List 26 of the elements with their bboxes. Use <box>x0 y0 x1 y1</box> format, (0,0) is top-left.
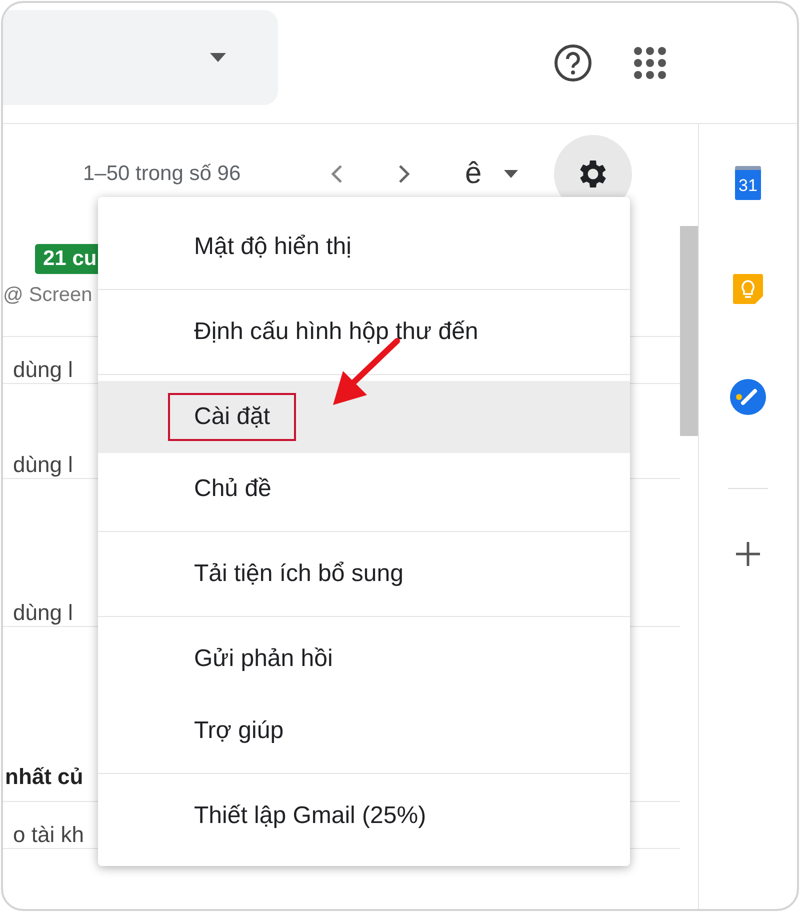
previous-icon[interactable] <box>331 164 343 184</box>
pagination-text: 1–50 trong số 96 <box>83 162 242 186</box>
subject-text: nhất củ <box>5 764 84 789</box>
caret-icon[interactable] <box>504 170 518 178</box>
caret-icon <box>210 52 226 62</box>
subject-text: dùng l <box>13 452 73 477</box>
next-icon[interactable] <box>398 164 410 184</box>
menu-item[interactable]: Cài đặt <box>98 381 630 453</box>
tasks-icon[interactable] <box>729 378 767 416</box>
menu-item[interactable]: Định cấu hình hộp thư đến <box>98 296 630 368</box>
help-icon[interactable] <box>553 43 593 83</box>
input-tool-button[interactable]: ê <box>465 157 482 191</box>
search-field[interactable] <box>3 10 278 104</box>
menu-item[interactable]: Gửi phản hồi <box>98 623 630 695</box>
add-icon[interactable] <box>735 541 761 567</box>
scrollbar-thumb[interactable] <box>680 226 698 436</box>
sender-text: @ Screen <box>3 284 94 307</box>
subject-text: dùng l <box>13 600 73 625</box>
menu-item[interactable]: Tải tiện ích bổ sung <box>98 538 630 610</box>
subject-text: o tài kh <box>13 822 84 847</box>
menu-item[interactable]: Trợ giúp <box>98 695 630 767</box>
apps-icon[interactable] <box>633 46 667 80</box>
subject-text: dùng l <box>13 357 73 382</box>
menu-item[interactable]: Chủ đề <box>98 453 630 525</box>
calendar-icon[interactable]: 31 <box>735 166 761 200</box>
menu-item[interactable]: Thiết lập Gmail (25%) <box>98 780 630 852</box>
